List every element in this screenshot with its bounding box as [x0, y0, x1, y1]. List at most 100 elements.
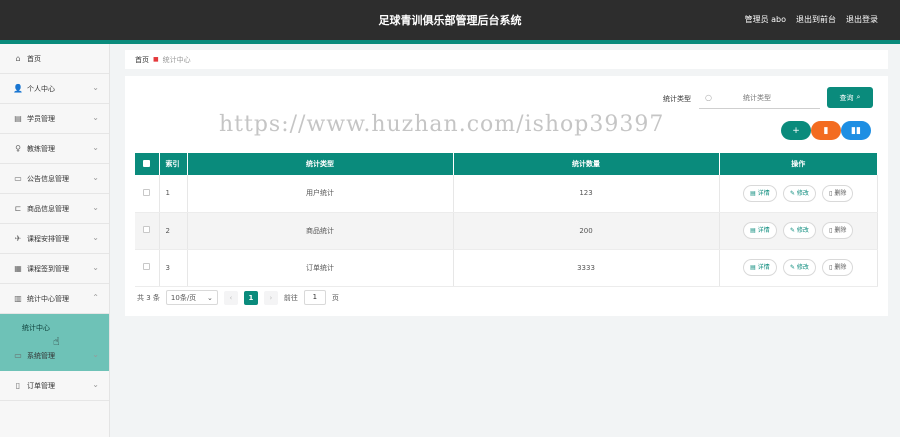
cell-index: 2: [159, 212, 188, 250]
goods-icon: ⊏: [14, 204, 22, 213]
cell-type: 订单统计: [187, 249, 454, 287]
sidebar-item-label: 统计中心管理: [27, 294, 69, 303]
sidebar-item-label: 首页: [27, 54, 41, 63]
cell-count: 3333: [453, 249, 720, 287]
select-all-checkbox[interactable]: [135, 153, 160, 175]
cell-index: 1: [159, 175, 188, 213]
bar-chart-icon: ▮▮: [851, 125, 861, 136]
detail-button[interactable]: ▤ 详情: [743, 184, 777, 202]
delete-button[interactable]: ▯ 删除: [822, 259, 854, 276]
chevron-down-icon: ⌄: [92, 263, 99, 272]
chevron-down-icon: ⌄: [92, 203, 99, 212]
goto-page-input[interactable]: 1: [303, 290, 326, 305]
top-right-menu: 管理员 abo 退出到前台 退出登录: [745, 14, 878, 25]
table-header-row: 索引 统计类型 统计数量 操作: [135, 153, 878, 175]
sidebar-item-profile[interactable]: 👤 个人中心 ⌄: [0, 74, 109, 104]
breadcrumb-separator-icon: ■: [153, 56, 159, 63]
pagination: 共 3 条 10条/页 ⌄ ‹ 1 › 前往 1 页: [137, 290, 339, 305]
order-icon: ▯: [15, 381, 21, 390]
sidebar-item-label: 商品信息管理: [27, 204, 69, 213]
query-button-label: 查询: [839, 93, 854, 102]
table-row: 3 订单统计 3333 ▤ 详情 ✎ 修改 ▯ 删除: [135, 249, 878, 287]
top-bar: 足球青训俱乐部管理后台系统 管理员 abo 退出到前台 退出登录: [0, 0, 900, 40]
table-row: 2 商品统计 200 ▤ 详情 ✎ 修改 ▯ 删除: [135, 212, 878, 250]
sidebar-item-label: 课程安排管理: [27, 234, 69, 243]
delete-button[interactable]: ▯ 删除: [822, 222, 854, 239]
chevron-down-icon: ⌄: [207, 293, 213, 302]
user-icon: 👤: [13, 84, 23, 93]
table-row: 1 用户统计 123 ▤ 详情 ✎ 修改 ▯ 删除: [135, 175, 878, 213]
notice-icon: ▭: [14, 174, 22, 183]
query-button[interactable]: 查询 ⌕: [827, 87, 873, 108]
row-checkbox[interactable]: [135, 249, 160, 287]
edit-button[interactable]: ✎ 修改: [782, 259, 816, 276]
home-icon: ⌂: [15, 54, 21, 63]
sidebar: ⌂ 首页 👤 个人中心 ⌄ ▤ 学员管理 ⌄ ♀ 教练管理 ⌄ ▭ 公告信息管理…: [0, 44, 110, 437]
watermark: https://www.huzhan.com/ishop39397: [219, 112, 665, 137]
breadcrumb-home[interactable]: 首页: [135, 55, 149, 65]
sidebar-item-goods[interactable]: ⊏ 商品信息管理 ⌄: [0, 194, 109, 224]
cell-actions: ▤ 详情 ✎ 修改 ▯ 删除: [719, 212, 878, 250]
goto-label: 前往: [283, 293, 298, 302]
cell-type: 用户统计: [187, 175, 454, 213]
cell-actions: ▤ 详情 ✎ 修改 ▯ 删除: [719, 249, 878, 287]
search-icon: ⌕: [856, 93, 861, 101]
add-button[interactable]: +: [781, 121, 811, 140]
admin-label: 管理员 abo: [744, 15, 786, 24]
course-icon: ✈: [14, 234, 22, 243]
sidebar-item-notices[interactable]: ▭ 公告信息管理 ⌄: [0, 164, 109, 194]
breadcrumb: 首页 ■ 统计中心: [125, 50, 888, 69]
cell-count: 123: [453, 175, 720, 213]
sidebar-item-label: 教练管理: [27, 144, 55, 153]
logout-link[interactable]: 退出登录: [846, 14, 878, 25]
trash-icon: ▮: [823, 125, 829, 136]
detail-button[interactable]: ▤ 详情: [743, 222, 777, 239]
cell-actions: ▤ 详情 ✎ 修改 ▯ 删除: [719, 175, 878, 213]
col-type: 统计类型: [187, 153, 454, 175]
search-input[interactable]: [711, 93, 802, 102]
stats-icon: ▥: [14, 294, 22, 303]
sidebar-item-orders[interactable]: ▯ 订单管理 ⌄: [0, 371, 109, 401]
chevron-up-icon: ⌃: [92, 293, 99, 302]
exit-to-frontend-link[interactable]: 退出到前台: [796, 14, 836, 25]
sidebar-item-course-schedule[interactable]: ✈ 课程安排管理 ⌄: [0, 224, 109, 254]
sidebar-item-home[interactable]: ⌂ 首页: [0, 44, 109, 74]
row-checkbox[interactable]: [135, 212, 160, 250]
col-count: 统计数量: [453, 153, 720, 175]
coach-icon: ♀: [15, 144, 21, 153]
page-size-select[interactable]: 10条/页 ⌄: [165, 290, 218, 305]
sidebar-item-label: 个人中心: [27, 84, 55, 93]
delete-button[interactable]: ▯ 删除: [822, 184, 854, 202]
student-icon: ▤: [14, 114, 22, 123]
chevron-down-icon: ⌄: [92, 233, 99, 242]
sidebar-item-stats[interactable]: ▥ 统计中心管理 ⌃: [0, 284, 109, 314]
sidebar-item-label: 课程签到管理: [27, 264, 69, 273]
sidebar-item-course-signin[interactable]: ▦ 课程签到管理 ⌄: [0, 254, 109, 284]
chevron-down-icon: ⌄: [92, 83, 99, 92]
top-accent-line: [0, 40, 900, 44]
prev-page-button[interactable]: ‹: [223, 290, 238, 305]
signin-icon: ▦: [14, 264, 22, 273]
row-checkbox[interactable]: [135, 175, 160, 213]
hand-cursor-icon: ☝: [53, 335, 60, 348]
detail-button[interactable]: ▤ 详情: [743, 259, 777, 276]
col-actions: 操作: [719, 153, 878, 175]
chart-button[interactable]: ▮▮: [841, 121, 871, 140]
sidebar-item-label: 公告信息管理: [27, 174, 69, 183]
sidebar-item-coaches[interactable]: ♀ 教练管理 ⌄: [0, 134, 109, 164]
main-panel: https://www.huzhan.com/ishop39397 统计类型 ○…: [125, 76, 888, 316]
page-number-button[interactable]: 1: [243, 290, 258, 305]
sidebar-item-label: 订单管理: [27, 381, 55, 390]
edit-button[interactable]: ✎ 修改: [782, 184, 816, 202]
chevron-down-icon: ⌄: [92, 350, 99, 359]
page-unit-label: 页: [331, 293, 339, 302]
stats-table: 索引 统计类型 统计数量 操作 1 用户统计 123 ▤ 详情 ✎ 修改 ▯ 删…: [135, 153, 878, 287]
sidebar-item-students[interactable]: ▤ 学员管理 ⌄: [0, 104, 109, 134]
batch-delete-button[interactable]: ▮: [811, 121, 841, 140]
col-index: 索引: [159, 153, 188, 175]
system-icon: ▭: [14, 351, 22, 360]
next-page-button[interactable]: ›: [263, 290, 278, 305]
cell-type: 商品统计: [187, 212, 454, 250]
edit-button[interactable]: ✎ 修改: [782, 222, 816, 239]
total-count: 共 3 条: [137, 293, 160, 302]
